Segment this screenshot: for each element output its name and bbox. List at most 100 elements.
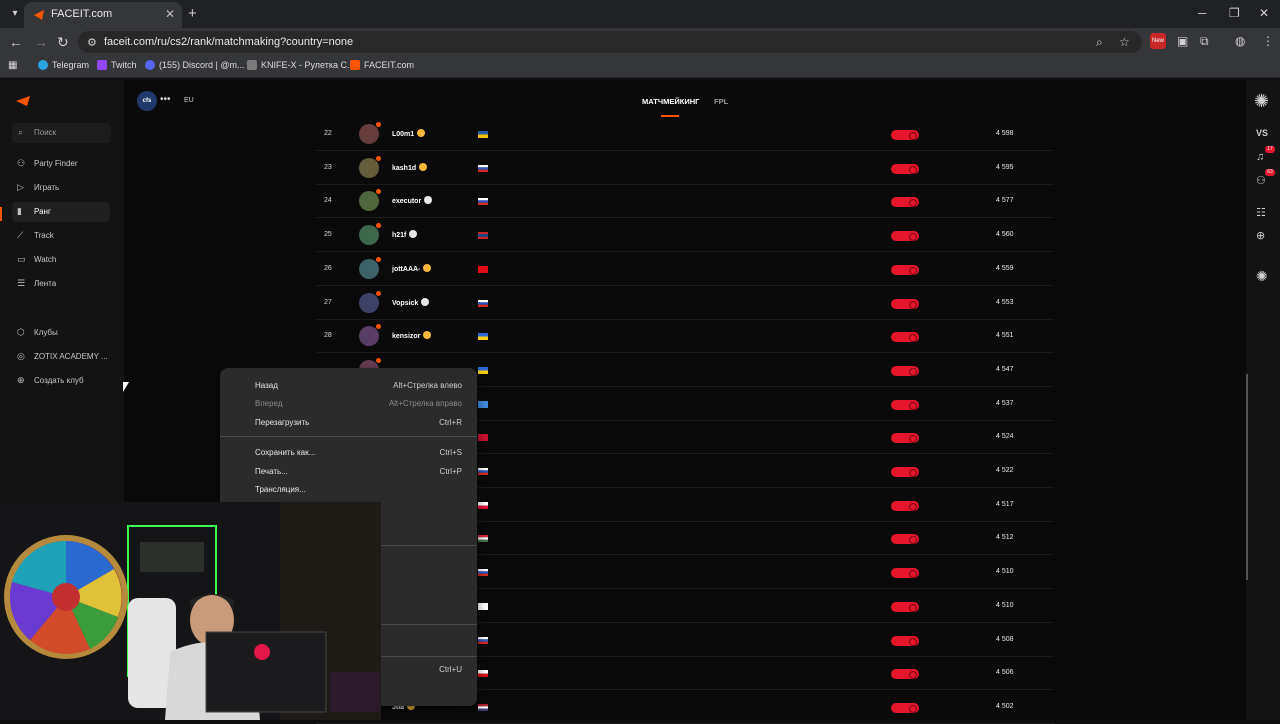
browser-tab[interactable]: FACEIT.com ✕	[24, 2, 182, 28]
level-badge	[891, 601, 919, 612]
bookmark-knife-x[interactable]: KNIFE-X - Рулетка С...	[247, 60, 355, 70]
context-menu-save-as[interactable]: Сохранить как... Ctrl+S	[220, 444, 477, 462]
player-nickname[interactable]: L00m1	[392, 129, 426, 138]
rank-number: 22	[324, 130, 332, 137]
sidebar-item-zotix-academy[interactable]: ◎ ZOTIX ACADEMY ...	[12, 347, 110, 367]
faceit-logo-icon[interactable]	[16, 96, 30, 106]
bookmark-discord[interactable]: (155) Discord | @m...	[145, 60, 245, 70]
apps-grid-icon[interactable]: ▦	[8, 60, 17, 71]
game-avatar[interactable]: cfs	[137, 91, 157, 111]
table-row[interactable]: 22 L00m1 4 598	[316, 118, 1054, 151]
rank-number: 25	[324, 231, 332, 239]
country-flag-icon	[478, 434, 488, 442]
verified-badge-icon	[421, 297, 430, 306]
url-text[interactable]: faceit.com/ru/cs2/rank/matchmaking?count…	[104, 36, 353, 48]
close-tab-icon[interactable]: ✕	[165, 7, 175, 21]
restore-icon[interactable]: ❐	[1229, 6, 1240, 20]
table-row[interactable]: 25 h21f 4 560	[316, 219, 1054, 253]
tab-bar: ▾ FACEIT.com ✕ + ─ ❐ ✕	[0, 0, 1280, 28]
bookmark-twitch[interactable]: Twitch	[97, 60, 137, 70]
forward-icon[interactable]: →	[34, 34, 48, 50]
back-icon[interactable]: ←	[9, 34, 23, 50]
context-menu-separator	[220, 436, 477, 437]
reload-icon[interactable]: ↻	[57, 34, 69, 51]
active-indicator	[0, 207, 2, 221]
friends-icon[interactable]: ⚇	[1256, 174, 1266, 187]
table-row[interactable]: 26 jottAAA- 4 559	[316, 253, 1054, 286]
address-bar[interactable]: ⚙ faceit.com/ru/cs2/rank/matchmaking?cou…	[78, 31, 1142, 53]
search-input[interactable]: ⌕ Поиск	[12, 123, 111, 143]
player-nickname[interactable]: jottAAA-	[392, 263, 432, 273]
new-tab-button[interactable]: +	[188, 5, 197, 22]
knife-x-icon	[247, 60, 257, 70]
context-menu-reload[interactable]: Перезагрузить Ctrl+R	[220, 414, 477, 432]
player-avatar[interactable]	[359, 124, 379, 144]
player-avatar[interactable]	[359, 292, 379, 313]
telegram-icon	[38, 60, 48, 70]
elo-value: 4 522	[996, 467, 1014, 474]
extensions-puzzle-icon[interactable]: ⧉	[1200, 34, 1209, 49]
player-avatar[interactable]	[359, 225, 379, 246]
player-nickname[interactable]: Vopsick	[392, 297, 430, 307]
add-icon[interactable]: ⊕	[1256, 229, 1265, 242]
player-nickname[interactable]: h21f	[392, 230, 418, 239]
table-row[interactable]: 24 executor 4 577	[316, 185, 1054, 219]
verified-badge-icon	[424, 196, 433, 205]
zoom-icon[interactable]: ⌕	[1096, 35, 1103, 50]
player-avatar[interactable]	[359, 191, 379, 212]
player-nickname[interactable]: kensizor	[392, 331, 432, 340]
elo-value: 4 502	[996, 702, 1014, 710]
sidebar-item-feed[interactable]: ☰ Лента	[12, 274, 110, 294]
vs-label[interactable]: VS	[1256, 128, 1268, 138]
extension-icon[interactable]: ▣	[1177, 34, 1188, 48]
tab-search-button[interactable]: ▾	[6, 5, 24, 23]
elo-value: 4 517	[996, 500, 1014, 508]
context-menu-cast[interactable]: Трансляция...	[220, 481, 477, 499]
table-row[interactable]: 27 Vopsick 4 553	[316, 287, 1054, 320]
player-avatar[interactable]	[359, 258, 379, 279]
scrollbar[interactable]	[1246, 374, 1248, 580]
profile-icon[interactable]: ◍	[1235, 34, 1245, 48]
sidebar-item-create-club[interactable]: ⊕ Создать клуб	[12, 371, 110, 391]
player-nickname[interactable]: kash1d	[392, 162, 428, 172]
context-menu-print[interactable]: Печать... Ctrl+P	[220, 463, 477, 481]
clubs-icon: ⬡	[17, 327, 25, 337]
table-row[interactable]: 23 kash1d 4 595	[316, 152, 1054, 185]
party-list-icon[interactable]: ☷	[1256, 206, 1266, 219]
menu-dots-icon[interactable]: ⋮	[1262, 34, 1274, 48]
sidebar-item-party-finder[interactable]: ⚇ Party Finder	[12, 154, 110, 174]
notifications-badge: 17	[1265, 146, 1275, 153]
level-badge	[891, 399, 919, 410]
sidebar-item-rank[interactable]: ▮ Ранг	[12, 202, 110, 222]
context-menu-back[interactable]: Назад Alt+Стрелка влево	[220, 377, 477, 395]
player-nickname[interactable]: executor	[392, 196, 433, 205]
country-flag-icon	[478, 299, 488, 307]
notifications-icon[interactable]: ♫	[1256, 151, 1264, 163]
sidebar-item-clubs[interactable]: ⬡ Клубы	[12, 323, 110, 343]
cs2-logo-icon[interactable]: ✺	[1254, 91, 1269, 112]
player-avatar[interactable]	[359, 157, 379, 178]
sidebar-item-play[interactable]: ▷ Играть	[12, 178, 110, 198]
site-info-icon[interactable]: ⚙	[87, 36, 97, 49]
sidebar-item-track[interactable]: ⟋ Track	[12, 226, 110, 246]
friends-badge: 63	[1265, 169, 1275, 176]
region-label[interactable]: EU	[184, 97, 194, 104]
table-row[interactable]: 28 kensizor 4 551	[316, 320, 1054, 354]
context-menu-forward[interactable]: Вперед Alt+Стрелка вправо	[220, 395, 477, 413]
minimize-icon[interactable]: ─	[1198, 6, 1207, 20]
country-flag-icon	[478, 198, 488, 206]
game-icon[interactable]: ✺	[1256, 268, 1268, 285]
more-options-icon[interactable]: •••	[160, 94, 171, 105]
tab-fpl[interactable]: FPL	[714, 97, 728, 106]
bookmark-star-icon[interactable]: ☆	[1119, 35, 1130, 49]
close-window-icon[interactable]: ✕	[1259, 6, 1269, 20]
play-icon: ▷	[17, 182, 24, 192]
extension-new-badge[interactable]: New	[1150, 33, 1166, 49]
sidebar-item-watch[interactable]: ▭ Watch	[12, 250, 110, 270]
bookmark-faceit[interactable]: FACEIT.com	[350, 60, 414, 70]
tab-matchmaking[interactable]: МАТЧМЕЙКИНГ	[642, 97, 699, 106]
country-flag-icon	[478, 333, 488, 341]
bookmark-telegram[interactable]: Telegram	[38, 60, 89, 70]
online-status-dot	[376, 189, 381, 195]
player-avatar[interactable]	[359, 326, 379, 347]
